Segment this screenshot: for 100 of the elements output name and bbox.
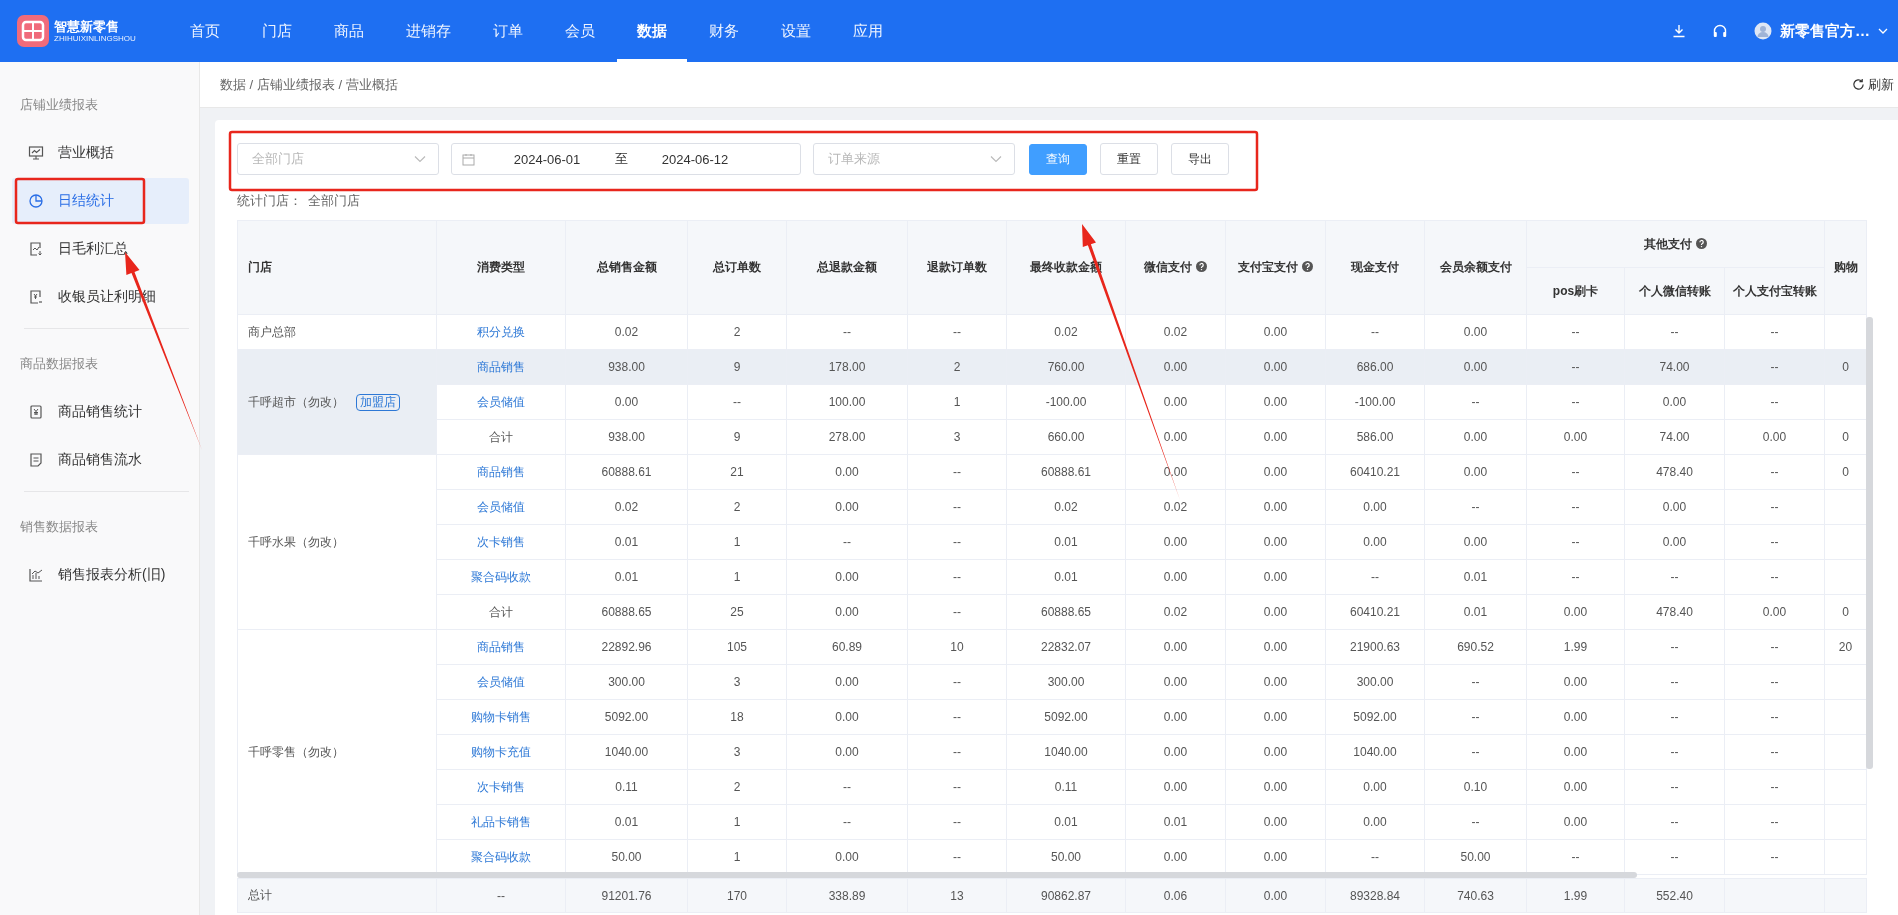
- nav-tab[interactable]: 财务: [689, 0, 759, 62]
- horizontal-scrollbar[interactable]: [237, 872, 1637, 878]
- type-link[interactable]: 商品销售: [477, 359, 525, 374]
- type-link[interactable]: 聚合码收款: [471, 569, 531, 584]
- nav-tab[interactable]: 进销存: [386, 0, 471, 62]
- table-cell: 760.00: [1006, 349, 1126, 385]
- sidebar-item[interactable]: 商品销售流水: [12, 437, 189, 483]
- table-cell: 0.00: [1325, 804, 1425, 840]
- type-link[interactable]: 积分兑换: [477, 324, 525, 339]
- table-cell: 0.00: [1225, 524, 1326, 560]
- table-cell: --: [907, 734, 1007, 770]
- table-cell: --: [1424, 734, 1527, 770]
- table-cell: 合计: [436, 419, 566, 455]
- table-cell: --: [907, 664, 1007, 700]
- date-range-field[interactable]: 2024-06-01 至 2024-06-12: [451, 143, 801, 175]
- help-icon[interactable]: [1696, 237, 1707, 249]
- table-cell: 1040.00: [565, 734, 688, 770]
- table-cell: --: [1424, 664, 1527, 700]
- table-cell: 合计: [436, 594, 566, 630]
- table-cell: 938.00: [565, 349, 688, 385]
- logo-title: 智慧新零售: [54, 19, 120, 34]
- type-link[interactable]: 会员储值: [477, 394, 525, 409]
- table-cell: --: [1724, 454, 1825, 490]
- table-cell: 2: [687, 314, 787, 350]
- table-cell: 0.00: [1225, 878, 1326, 913]
- type-link[interactable]: 聚合码收款: [471, 849, 531, 864]
- table-cell: 0.00: [786, 454, 908, 490]
- type-link[interactable]: 礼品卡销售: [471, 814, 531, 829]
- type-link[interactable]: 商品销售: [477, 639, 525, 654]
- sidebar-item[interactable]: 日毛利汇总: [12, 226, 189, 272]
- table-cell: --: [1624, 804, 1725, 840]
- action-button[interactable]: 查询: [1029, 143, 1087, 175]
- type-link[interactable]: 次卡销售: [477, 779, 525, 794]
- table-cell: --: [1724, 769, 1825, 805]
- vertical-scrollbar[interactable]: [1866, 317, 1873, 769]
- nav-tab[interactable]: 应用: [833, 0, 903, 62]
- type-link[interactable]: 会员储值: [477, 499, 525, 514]
- table-cell: 0.00: [1225, 384, 1326, 420]
- table-cell: 0.00: [565, 384, 688, 420]
- table-cell: 0.02: [565, 314, 688, 350]
- table-cell: 21900.63: [1325, 629, 1425, 665]
- table-cell: 22832.07: [1006, 629, 1126, 665]
- table-cell: 0.00: [786, 699, 908, 735]
- document-icon: [28, 452, 44, 468]
- type-link[interactable]: 次卡销售: [477, 534, 525, 549]
- type-link[interactable]: 购物卡销售: [471, 709, 531, 724]
- caret-icon[interactable]: [1878, 27, 1888, 35]
- table-cell: 0.00: [1225, 734, 1326, 770]
- table-cell: 0.02: [565, 489, 688, 525]
- table-cell: 0.00: [786, 489, 908, 525]
- table-cell: 300.00: [565, 664, 688, 700]
- table-cell: 0.00: [1225, 629, 1326, 665]
- table-cell: 938.00: [565, 419, 688, 455]
- refresh-link[interactable]: 刷新: [1868, 75, 1894, 94]
- help-icon[interactable]: [1302, 261, 1313, 272]
- table-cell: 0.00: [1424, 349, 1527, 385]
- sidebar-item[interactable]: 商品销售统计: [12, 389, 189, 435]
- table-cell: 478.40: [1624, 454, 1725, 490]
- table-cell: 0.00: [1526, 734, 1625, 770]
- refresh-icon[interactable]: [1852, 78, 1865, 91]
- help-icon[interactable]: [1196, 261, 1207, 272]
- nav-tab[interactable]: 首页: [170, 0, 240, 62]
- receipt-icon: [28, 289, 44, 305]
- table-cell: 686.00: [1325, 349, 1425, 385]
- bar-chart-icon: [28, 567, 44, 583]
- download-icon[interactable]: [1672, 24, 1686, 38]
- table-cell: 100.00: [786, 384, 908, 420]
- table-cell: 60888.61: [565, 454, 688, 490]
- nav-tab[interactable]: 商品: [314, 0, 384, 62]
- user-menu[interactable]: 新零售官方…: [1780, 21, 1870, 41]
- sidebar-item[interactable]: 营业概括: [12, 130, 189, 176]
- nav-tab[interactable]: 门店: [242, 0, 312, 62]
- table-cell: 1.99: [1526, 629, 1625, 665]
- table-cell: --: [1526, 314, 1625, 350]
- table-cell: 0.00: [1225, 349, 1326, 385]
- type-link[interactable]: 购物卡充值: [471, 744, 531, 759]
- action-button[interactable]: 导出: [1171, 143, 1229, 175]
- nav-tab[interactable]: 订单: [473, 0, 543, 62]
- column-title: 个人支付宝转账: [1732, 283, 1817, 298]
- avatar-icon[interactable]: [1754, 22, 1772, 40]
- table-cell: 0.11: [565, 769, 688, 805]
- column-title: 支付宝支付: [1238, 260, 1298, 274]
- table-cell: --: [1526, 384, 1625, 420]
- nav-tab[interactable]: 设置: [761, 0, 831, 62]
- action-button[interactable]: 重置: [1100, 143, 1158, 175]
- sidebar-item[interactable]: 销售报表分析(旧): [12, 552, 189, 598]
- sidebar-item[interactable]: 日结统计: [12, 178, 189, 224]
- table-cell: 0.00: [1125, 664, 1226, 700]
- headset-icon[interactable]: [1712, 23, 1728, 39]
- store-name: 千呼超市（勿改）: [248, 394, 344, 409]
- table-cell: 0.00: [1724, 419, 1825, 455]
- nav-tab[interactable]: 会员: [545, 0, 615, 62]
- type-link[interactable]: 商品销售: [477, 464, 525, 479]
- table-cell: 0.01: [565, 524, 688, 560]
- type-link[interactable]: 会员储值: [477, 674, 525, 689]
- table-cell: 89328.84: [1325, 878, 1425, 913]
- table-cell: 0.01: [565, 559, 688, 595]
- table-cell: --: [1724, 664, 1825, 700]
- table-cell: 0.00: [1225, 419, 1326, 455]
- monitor-icon: [28, 145, 44, 161]
